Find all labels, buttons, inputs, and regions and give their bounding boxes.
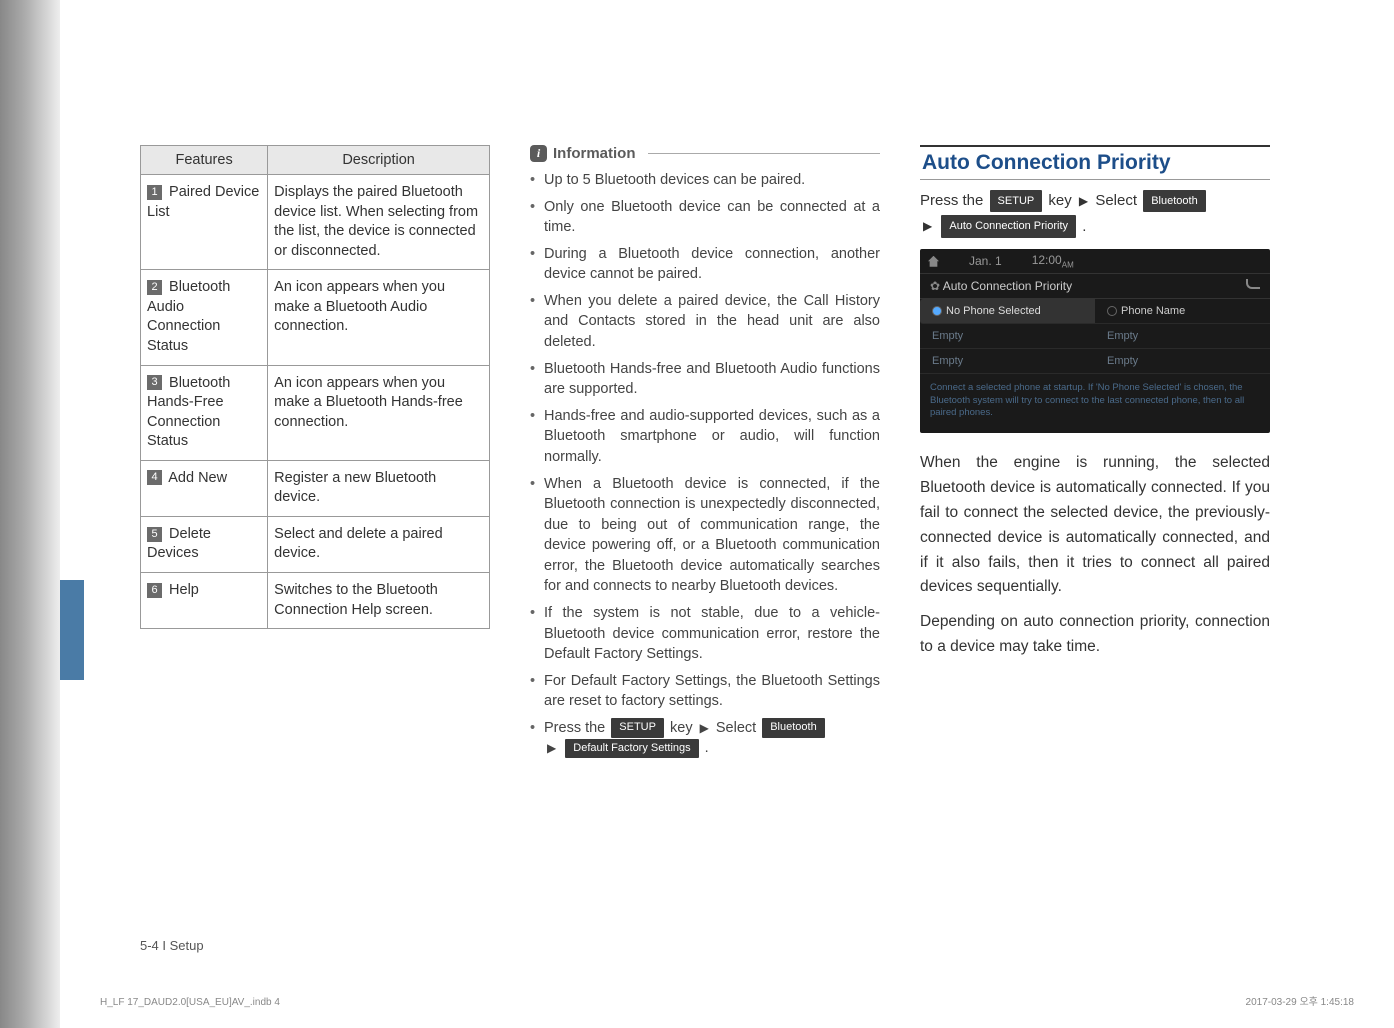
screenshot-statusbar: Jan. 1 12:00AM xyxy=(920,249,1270,274)
feature-desc: Select and delete a paired device. xyxy=(268,516,490,572)
print-mark-left: H_LF 17_DAUD2.0[USA_EU]AV_.indb 4 xyxy=(100,997,280,1008)
list-item: Bluetooth Hands-free and Bluetooth Audio… xyxy=(530,359,880,400)
screenshot-cell: Empty xyxy=(920,324,1095,349)
list-item: Up to 5 Bluetooth devices can be paired. xyxy=(530,170,880,191)
no-phone-selected-label: No Phone Selected xyxy=(946,305,1041,317)
screenshot-row: Empty Empty xyxy=(920,349,1270,374)
table-header-description: Description xyxy=(268,146,490,175)
device-screenshot: Jan. 1 12:00AM ✿ Auto Connection Priorit… xyxy=(920,249,1270,433)
home-icon xyxy=(928,256,939,267)
feature-desc: Register a new Bluetooth device. xyxy=(268,460,490,516)
feature-desc: Displays the paired Bluetooth device lis… xyxy=(268,175,490,270)
feature-name: Help xyxy=(169,582,199,598)
screenshot-header-row: No Phone Selected Phone Name xyxy=(920,299,1270,324)
section-title: Auto Connection Priority xyxy=(920,145,1270,180)
row-number-badge: 6 xyxy=(147,583,162,598)
screenshot-cell: Phone Name xyxy=(1095,299,1270,324)
page-footer-ref: 5-4 I Setup xyxy=(140,938,204,953)
auto-connection-priority-key: Auto Connection Priority xyxy=(941,215,1076,238)
select-word: Select xyxy=(716,720,756,736)
body-paragraph-2: Depending on auto connection priority, c… xyxy=(920,610,1270,660)
table-row: 3 Bluetooth Hands-Free Connection Status… xyxy=(141,365,490,460)
list-item: When a Bluetooth device is connected, if… xyxy=(530,474,880,597)
screenshot-cell: Empty xyxy=(920,349,1095,374)
table-row: 1 Paired Device List Displays the paired… xyxy=(141,175,490,270)
setup-key: SETUP xyxy=(990,190,1043,213)
feature-desc: Switches to the Bluetooth Connection Hel… xyxy=(268,573,490,629)
list-item: Hands-free and audio-supported devices, … xyxy=(530,406,880,468)
row-number-badge: 1 xyxy=(147,185,162,200)
row-number-badge: 4 xyxy=(147,470,162,485)
table-header-features: Features xyxy=(141,146,268,175)
table-row: 4 Add New Register a new Bluetooth devic… xyxy=(141,460,490,516)
print-mark-right: 2017-03-29 오후 1:45:18 xyxy=(1246,993,1354,1008)
page-content: Features Description 1 Paired Device Lis… xyxy=(140,145,1290,765)
triangle-icon: ▶ xyxy=(923,216,932,236)
press-prefix: Press the xyxy=(920,192,983,209)
screenshot-cell: Empty xyxy=(1095,324,1270,349)
section-color-tab xyxy=(60,580,84,680)
key-word: key xyxy=(670,720,693,736)
screenshot-row: Empty Empty xyxy=(920,324,1270,349)
feature-name: Add New xyxy=(168,470,227,486)
information-list: Up to 5 Bluetooth devices can be paired.… xyxy=(530,170,880,759)
gear-icon: ✿ xyxy=(930,279,940,293)
setup-key: SETUP xyxy=(611,718,664,738)
key-word: key xyxy=(1048,192,1071,209)
screenshot-title: Auto Connection Priority xyxy=(943,279,1072,293)
table-row: 6 Help Switches to the Bluetooth Connect… xyxy=(141,573,490,629)
select-word: Select xyxy=(1095,192,1137,209)
info-icon: i xyxy=(530,145,547,162)
list-item: Press the SETUP key ▶ Select Bluetooth ▶… xyxy=(530,718,880,759)
table-row: 5 Delete Devices Select and delete a pai… xyxy=(141,516,490,572)
bluetooth-key: Bluetooth xyxy=(762,718,824,738)
press-instruction: Press the SETUP key ▶ Select Bluetooth ▶… xyxy=(920,188,1270,239)
radio-icon xyxy=(1107,306,1117,316)
screenshot-title-row: ✿ Auto Connection Priority xyxy=(920,274,1270,299)
bluetooth-key: Bluetooth xyxy=(1143,190,1205,213)
screenshot-date: Jan. 1 xyxy=(969,254,1002,268)
list-item: For Default Factory Settings, the Blueto… xyxy=(530,671,880,712)
information-heading-text: Information xyxy=(553,145,636,162)
column-information: i Information Up to 5 Bluetooth devices … xyxy=(530,145,880,765)
phone-name-label: Phone Name xyxy=(1121,305,1185,317)
triangle-icon: ▶ xyxy=(700,720,709,737)
list-item: When you delete a paired device, the Cal… xyxy=(530,291,880,353)
column-auto-connection: Auto Connection Priority Press the SETUP… xyxy=(920,145,1270,765)
screenshot-footer-text: Connect a selected phone at startup. If … xyxy=(920,374,1270,433)
features-table: Features Description 1 Paired Device Lis… xyxy=(140,145,490,629)
screenshot-cell: Empty xyxy=(1095,349,1270,374)
press-prefix: Press the xyxy=(544,720,605,736)
feature-desc: An icon appears when you make a Bluetoot… xyxy=(268,365,490,460)
row-number-badge: 2 xyxy=(147,280,162,295)
triangle-icon: ▶ xyxy=(1079,191,1088,211)
radio-icon xyxy=(932,306,942,316)
list-item: Only one Bluetooth device can be connect… xyxy=(530,197,880,238)
body-paragraph-1: When the engine is running, the selected… xyxy=(920,451,1270,600)
list-item: During a Bluetooth device connection, an… xyxy=(530,244,880,285)
back-icon xyxy=(1246,279,1260,289)
row-number-badge: 3 xyxy=(147,375,162,390)
list-item: If the system is not stable, due to a ve… xyxy=(530,603,880,665)
default-factory-key: Default Factory Settings xyxy=(565,739,698,759)
column-features-table: Features Description 1 Paired Device Lis… xyxy=(140,145,490,765)
screenshot-ampm: AM xyxy=(1062,260,1074,269)
feature-desc: An icon appears when you make a Bluetoot… xyxy=(268,270,490,365)
information-heading: i Information xyxy=(530,145,880,162)
screenshot-time: 12:00 xyxy=(1032,253,1062,267)
triangle-icon: ▶ xyxy=(547,740,556,757)
page-binding-shadow xyxy=(0,0,60,1028)
row-number-badge: 5 xyxy=(147,527,162,542)
feature-name: Paired Device List xyxy=(147,184,259,220)
screenshot-cell-selected: No Phone Selected xyxy=(920,299,1095,324)
table-row: 2 Bluetooth Audio Connection Status An i… xyxy=(141,270,490,365)
